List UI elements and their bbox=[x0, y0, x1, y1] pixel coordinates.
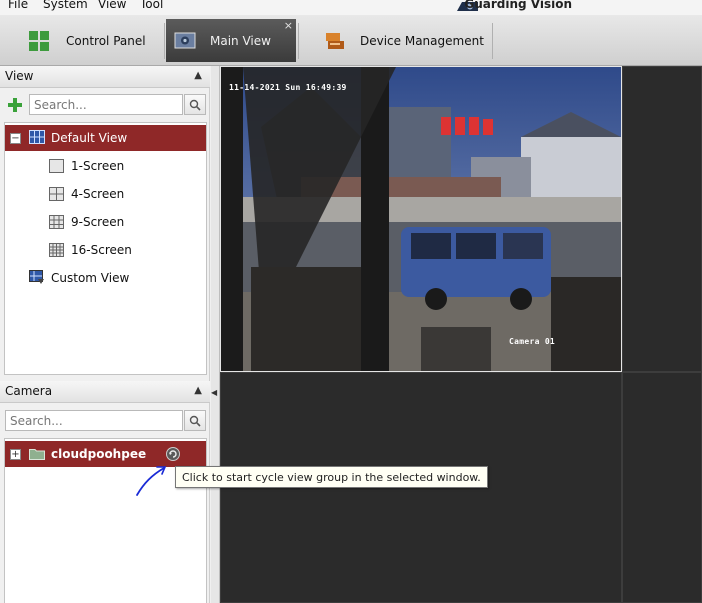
camera-section-header[interactable]: Camera ▲ bbox=[0, 381, 210, 403]
brand-title: Guarding Vision bbox=[464, 0, 572, 11]
menu-system[interactable]: System bbox=[43, 0, 88, 11]
main-view-icon bbox=[174, 32, 196, 48]
video-window-2[interactable] bbox=[622, 66, 702, 372]
tab-control-panel[interactable]: Control Panel bbox=[20, 19, 162, 62]
panel-splitter[interactable] bbox=[211, 66, 220, 603]
tree-item-custom-view[interactable]: Custom View bbox=[5, 265, 206, 291]
tree-item-4-screen[interactable]: 4-Screen bbox=[5, 181, 206, 207]
tree-item-label: Custom View bbox=[51, 271, 130, 285]
view-section-title: View bbox=[5, 69, 34, 83]
camera-search-row bbox=[5, 410, 206, 432]
camera-search-button[interactable] bbox=[184, 410, 206, 431]
tree-item-label: 4-Screen bbox=[71, 187, 125, 201]
close-tab-icon[interactable]: × bbox=[284, 20, 293, 31]
tree-item-9-screen[interactable]: 9-Screen bbox=[5, 209, 206, 235]
cycle-view-tooltip: Click to start cycle view group in the s… bbox=[175, 466, 488, 488]
menu-bar: File System View Tool Guarding Vision bbox=[0, 0, 702, 15]
plus-icon bbox=[8, 97, 22, 112]
tree-item-label: 9-Screen bbox=[71, 215, 125, 229]
nine-screen-icon bbox=[49, 215, 64, 229]
tree-item-16-screen[interactable]: 16-Screen bbox=[5, 237, 206, 263]
menu-view[interactable]: View bbox=[98, 0, 126, 11]
video-timestamp-overlay: 11-14-2021 Sun 16:49:39 bbox=[229, 83, 347, 92]
menu-file[interactable]: File bbox=[8, 0, 28, 11]
collapse-up-icon[interactable]: ▲ bbox=[194, 385, 202, 396]
tree-item-label: 1-Screen bbox=[71, 159, 125, 173]
camera-search-input[interactable] bbox=[5, 410, 183, 431]
default-view-icon bbox=[29, 130, 45, 144]
custom-view-icon bbox=[29, 270, 44, 284]
view-search-button[interactable] bbox=[184, 94, 206, 115]
tree-item-default-view[interactable]: − Default View bbox=[5, 125, 206, 151]
device-management-icon bbox=[326, 32, 344, 49]
camera-section-title: Camera bbox=[5, 384, 53, 398]
tab-main-view[interactable]: Main View × bbox=[166, 19, 296, 62]
tab-label: Device Management bbox=[360, 33, 484, 48]
video-window-4[interactable] bbox=[622, 372, 702, 603]
annotation-arrow-icon bbox=[136, 466, 167, 496]
sixteen-screen-icon bbox=[49, 243, 64, 257]
tree-item-1-screen[interactable]: 1-Screen bbox=[5, 153, 206, 179]
view-tree: − Default View 1-Screen 4-Screen 9-Scree… bbox=[4, 122, 207, 375]
collapse-up-icon[interactable]: ▲ bbox=[194, 70, 202, 81]
video-window-1[interactable]: 11-14-2021 Sun 16:49:39 Camera 01 bbox=[220, 66, 622, 372]
view-section-header[interactable]: View ▲ bbox=[0, 66, 210, 88]
tab-label: Main View bbox=[210, 33, 271, 48]
expand-icon[interactable]: + bbox=[10, 449, 21, 460]
tree-item-label: 16-Screen bbox=[71, 243, 132, 257]
tree-item-label: Default View bbox=[51, 131, 128, 145]
tab-device-management[interactable]: Device Management bbox=[316, 19, 492, 62]
camera-feed-image bbox=[221, 67, 621, 371]
collapse-left-icon[interactable]: ◀ bbox=[211, 388, 217, 397]
left-panel: View ▲ − Default View bbox=[0, 66, 210, 603]
add-view-button[interactable] bbox=[5, 94, 25, 115]
tooltip-text: Click to start cycle view group in the s… bbox=[182, 470, 481, 484]
view-search-input[interactable] bbox=[29, 94, 183, 115]
video-grid: 11-14-2021 Sun 16:49:39 Camera 01 bbox=[211, 66, 702, 603]
module-tab-bar: Control Panel Main View × Device Managem… bbox=[0, 15, 702, 66]
view-search-row bbox=[5, 94, 206, 116]
video-camera-name-overlay: Camera 01 bbox=[509, 337, 556, 346]
menu-tool[interactable]: Tool bbox=[140, 0, 163, 11]
folder-icon bbox=[29, 449, 45, 460]
control-panel-icon bbox=[29, 30, 49, 51]
tab-label: Control Panel bbox=[66, 33, 146, 48]
collapse-icon[interactable]: − bbox=[10, 133, 21, 144]
search-icon bbox=[189, 99, 201, 111]
search-icon bbox=[189, 415, 201, 427]
four-screen-icon bbox=[49, 187, 64, 201]
one-screen-icon bbox=[49, 159, 64, 173]
